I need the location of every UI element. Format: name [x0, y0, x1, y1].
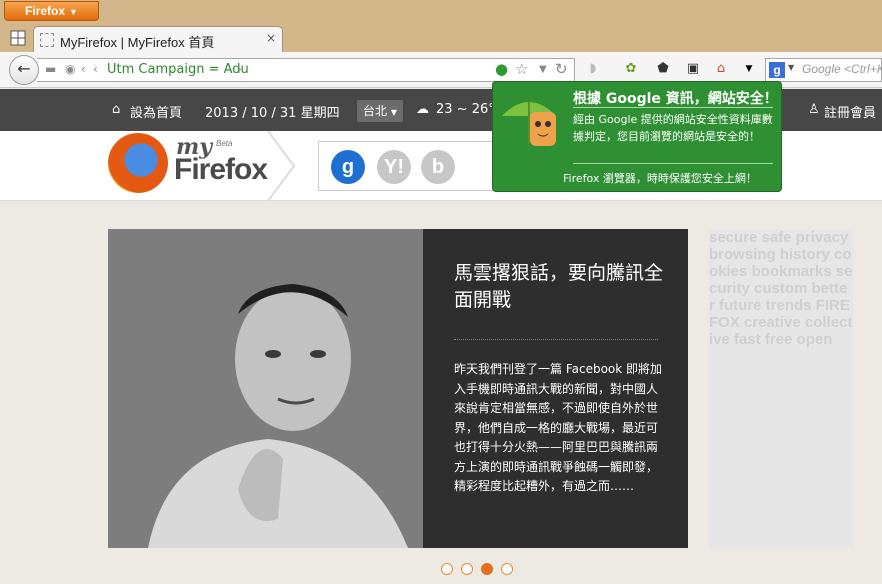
search-placeholder[interactable]: Google <Ctrl+K> — [802, 62, 882, 76]
article-divider — [454, 339, 658, 340]
logo-divider-chevron — [267, 131, 296, 201]
page-favicon-icon — [40, 33, 54, 47]
fox-umbrella-icon — [502, 102, 556, 146]
weather-cloud-icon: ☁ — [416, 102, 429, 117]
tab-close-icon[interactable]: × — [266, 31, 276, 45]
site-identity-icon[interactable]: ◉ — [65, 62, 75, 76]
city-value: 台北 — [363, 104, 388, 118]
engine-yahoo-button[interactable]: Y! — [377, 150, 411, 184]
google-icon[interactable]: g — [769, 62, 785, 78]
search-engine-picker: g Y! b — [318, 141, 470, 191]
tab-title: MyFirefox | MyFirefox 首頁 — [60, 35, 215, 50]
set-homepage-link[interactable]: 設為首頁 — [130, 102, 182, 121]
app-menu-label: Firefox — [25, 4, 66, 18]
chevron-right-icon: › — [237, 62, 242, 76]
firefox-app-menu-button[interactable]: Firefox ▼ — [4, 1, 99, 21]
page-menu-icon[interactable]: ▬ — [45, 62, 56, 76]
screenshot-icon[interactable]: ▣ — [684, 60, 702, 78]
popup-body: 經由 Google 提供的網站安全性資料庫數據判定，您目前瀏覽的網站是安全的！ — [573, 113, 773, 143]
chevron-down-icon: ▼ — [69, 7, 78, 17]
next-slide-preview[interactable]: secure safe privacy browsing history coo… — [709, 229, 853, 548]
search-bar[interactable]: g ▼ Google <Ctrl+K> — [765, 58, 882, 82]
gear-addon-icon[interactable]: ✿ — [622, 60, 640, 78]
pin-icon[interactable]: ⬟ — [654, 60, 672, 78]
home-icon[interactable]: ⌂ — [112, 102, 120, 117]
tab-groups-icon[interactable] — [10, 30, 30, 48]
engine-google-button[interactable]: g — [331, 150, 365, 184]
home-icon[interactable]: ⌂ — [712, 60, 730, 78]
tab-strip: MyFirefox | MyFirefox 首頁 × — [0, 26, 882, 53]
firefox-logo-icon[interactable] — [108, 133, 168, 193]
article-excerpt: 昨天我們刊登了一篇 Facebook 即將加入手機即時通訊大戰的新聞，對中國人來… — [454, 362, 663, 493]
popup-headline: 根據 Google 資訊，網站安全！ — [573, 91, 778, 107]
carousel-dot[interactable] — [501, 563, 513, 575]
engine-bing-button[interactable]: b — [421, 150, 455, 184]
back-button[interactable]: ← — [9, 55, 39, 85]
chevron-down-icon[interactable]: ▼ — [539, 64, 547, 75]
carousel-dot[interactable] — [461, 563, 473, 575]
article-card[interactable]: 馬雲撂狠話，要向騰訊全面開戰 昨天我們刊登了一篇 Facebook 即將加入手機… — [423, 229, 688, 548]
city-select[interactable]: 台北 ▼ — [357, 100, 403, 122]
arrow-left-icon: ← — [17, 59, 31, 78]
date-text: 2013 / 10 / 31 星期四 — [205, 106, 340, 121]
carousel-dot-active[interactable] — [481, 563, 493, 575]
safe-site-icon[interactable]: ● — [495, 60, 508, 78]
user-icon: ♙ — [808, 102, 820, 117]
safe-browsing-popup[interactable]: 根據 Google 資訊，網站安全！ 經由 Google 提供的網站安全性資料庫… — [492, 81, 782, 192]
word-cloud-image: secure safe privacy browsing history coo… — [709, 229, 853, 348]
logo-firefox-text: Firefox — [174, 153, 268, 186]
url-text[interactable]: Utm Campaign = Adu — [107, 62, 249, 77]
engine-yahoo-label: Y! — [384, 156, 404, 178]
article-photo[interactable] — [108, 229, 424, 548]
register-link[interactable]: 註冊會員 — [824, 102, 876, 121]
weather-text: 23 ~ 26° — [436, 102, 495, 117]
chevron-down-icon[interactable]: ▼ — [740, 60, 758, 78]
reload-icon[interactable]: ↻ — [555, 60, 568, 78]
chevron-down-icon[interactable]: ▼ — [788, 63, 794, 72]
chevron-down-icon: ▼ — [390, 108, 397, 117]
bookmark-star-icon[interactable]: ☆ — [515, 60, 528, 78]
popup-divider — [573, 107, 773, 108]
window-titlebar: Firefox ▼ — [0, 0, 882, 26]
article-title[interactable]: 馬雲撂狠話，要向騰訊全面開戰 — [454, 260, 679, 314]
tab-myfirefox[interactable]: MyFirefox | MyFirefox 首頁 × — [33, 26, 283, 53]
engine-google-label: g — [341, 156, 355, 178]
logo-beta-text: Beta — [216, 139, 233, 148]
rss-icon[interactable]: ◗ — [584, 60, 602, 78]
carousel-dot[interactable] — [441, 563, 453, 575]
url-bar[interactable]: ▬ ◉ ‹ ‹ Utm Campaign = Adu › ● ☆ ▼ ↻ — [37, 58, 575, 82]
engine-bing-label: b — [431, 156, 445, 178]
chevron-left-icon: ‹ — [93, 62, 98, 76]
chevron-left-icon: ‹ — [81, 62, 86, 76]
popup-divider — [573, 163, 773, 164]
popup-footer: Firefox 瀏覽器，時時保護您安全上網！ — [563, 172, 757, 185]
person-portrait-image — [108, 229, 424, 548]
